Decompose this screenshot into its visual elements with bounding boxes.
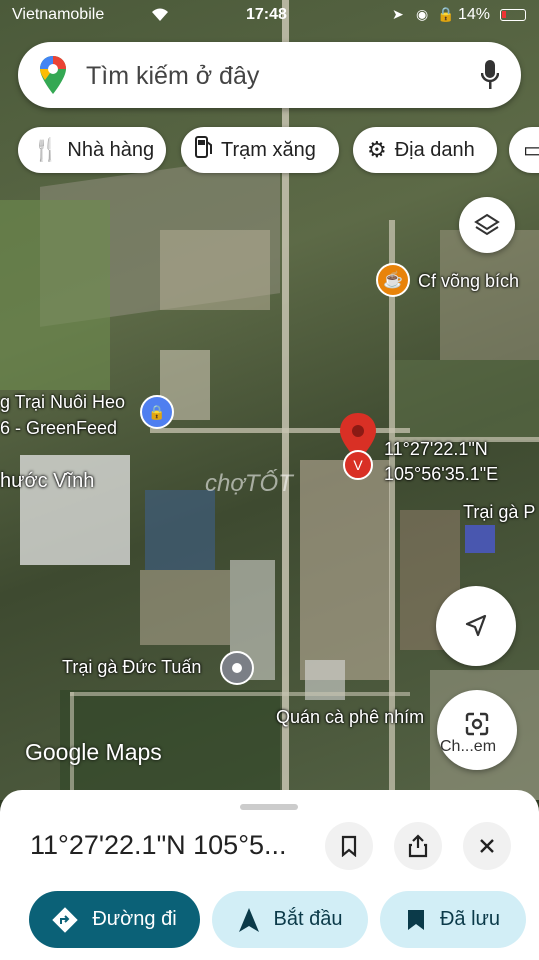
chotot-watermark: chợTỐT [205,470,293,497]
carrier-label: Vietnamobile [12,6,105,23]
fork-knife-icon: 🍴 [32,137,60,162]
road [70,692,410,696]
map-field [145,490,215,570]
poi-label-farm-line2[interactable]: 6 - GreenFeed [0,418,117,439]
map-field [300,460,390,680]
close-button[interactable] [463,822,511,870]
maps-pin-logo-icon [40,56,66,99]
bottom-sheet[interactable]: 11°27'22.1"N 105°5... Đường đi Bắt đầu Đ… [0,790,539,960]
cafe-poi-icon[interactable]: ☕ [376,263,410,297]
farm-poi-icon[interactable]: 🔒 [140,395,174,429]
share-button[interactable] [394,822,442,870]
share-icon [408,834,428,858]
chip-gas-stations[interactable]: Trạm xăng [181,127,339,173]
save-bookmark-button[interactable] [325,822,373,870]
map-field [390,360,539,440]
status-bar: Vietnamobile 17:48 ➤ ◉ 🔒 14% [0,0,539,32]
battery-label: 14% [458,6,491,23]
more-category-icon: ▭ [523,137,539,162]
location-arrow-icon: ➤ [392,6,404,22]
poi-label-coffee-shop[interactable]: Quán cà phê nhím [276,707,424,728]
map-field [465,525,495,553]
road [282,0,289,800]
battery-icon [500,9,526,21]
search-bar[interactable]: Tìm kiếm ở đây [18,42,521,108]
bookmark-filled-icon [407,909,424,930]
poi-label-farm-line1[interactable]: g Trại Nuôi Heo [0,392,125,413]
chicken-farm-poi-icon[interactable] [220,651,254,685]
place-label-village: hước Vĩnh [0,470,95,492]
clock-label: 17:48 [246,6,287,23]
map-field [160,230,270,310]
poi-label-chicken-farm[interactable]: Trại gà Đức Tuấn [62,657,201,678]
gas-pump-icon [195,136,213,164]
chip-more[interactable]: ▭ [509,127,539,173]
map-canvas[interactable]: Vietnamobile 17:48 ➤ ◉ 🔒 14% Tìm kiếm ở … [0,0,539,800]
close-icon [480,839,494,853]
directions-turn-icon [52,906,79,933]
start-navigation-button[interactable]: Bắt đầu [212,891,368,948]
sheet-drag-handle[interactable] [240,804,298,810]
pin-coords-line2: 105°56'35.1"E [384,464,499,484]
microphone-icon[interactable] [480,60,500,95]
map-field [0,200,110,390]
chip-landmarks[interactable]: ⚙ Địa danh [353,127,497,173]
sheet-title: 11°27'22.1"N 105°5... [30,830,287,860]
chip-label: Trạm xăng [221,138,316,161]
lock-rotation-icon: 🔒 [437,6,455,22]
directions-button[interactable]: Đường đi [29,891,200,948]
navigation-arrow-icon [465,614,487,637]
chip-label: Địa danh [394,138,475,161]
saved-button[interactable]: Đã lưu [380,891,526,948]
pin-coords-line1: 11°27'22.1"N [384,439,488,459]
lens-label: Ch...em [440,738,497,755]
bookmark-icon [341,835,357,857]
google-maps-watermark: Google Maps [25,739,162,765]
start-label: Bắt đầu [273,908,343,930]
directions-label: Đường đi [92,908,177,930]
search-input[interactable]: Tìm kiếm ở đây [86,62,259,91]
poi-label-chicken-farm-right[interactable]: Trại gà P [463,502,535,523]
map-field [140,570,230,645]
saved-label: Đã lưu [439,908,501,930]
layers-icon [474,213,500,236]
poi-label-cafe[interactable]: Cf võng bích [418,271,519,292]
google-lens-icon [465,712,489,736]
my-location-button[interactable] [436,586,516,666]
alarm-icon: ◉ [416,6,429,22]
chip-label: Nhà hàng [67,138,155,161]
lens-button[interactable] [437,690,517,770]
navigation-arrow-icon [238,907,259,932]
landmark-icon: ⚙ [367,137,387,162]
pin-anchor-icon: V [343,450,373,480]
wifi-icon [150,6,170,27]
chip-restaurants[interactable]: 🍴 Nhà hàng [18,127,166,173]
layers-button[interactable] [459,197,515,253]
